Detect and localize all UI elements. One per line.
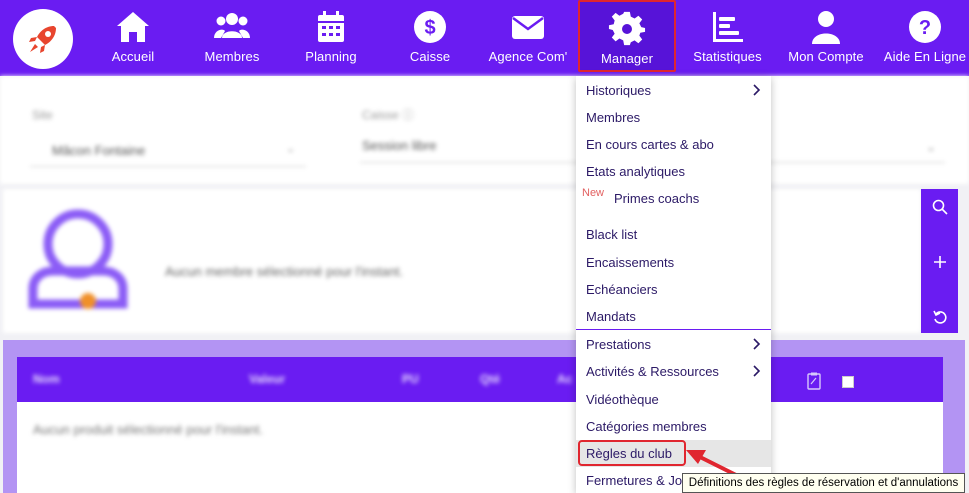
nav-label: Planning bbox=[305, 49, 357, 64]
nav-label: Accueil bbox=[111, 49, 155, 64]
nav-label: Statistiques bbox=[693, 49, 762, 64]
chevron-right-icon bbox=[753, 338, 761, 350]
column-header: Nom bbox=[33, 372, 60, 386]
nav-manager[interactable]: Manager bbox=[578, 0, 676, 72]
menu-item-videotheque[interactable]: Vidéothèque bbox=[576, 386, 771, 413]
undo-icon bbox=[932, 310, 947, 324]
menu-item-en-cours-cartes-abo[interactable]: En cours cartes & abo bbox=[576, 131, 771, 158]
menu-item-label: Catégories membres bbox=[586, 419, 707, 434]
menu-item-label: Black list bbox=[586, 227, 638, 242]
top-navigation-bar: Accueil Membres Planning $ Caisse Agence bbox=[0, 0, 969, 76]
select-all-checkbox[interactable] bbox=[842, 376, 854, 388]
dollar-icon: $ bbox=[414, 11, 446, 43]
user-icon bbox=[812, 11, 840, 44]
menu-item-label: Vidéothèque bbox=[586, 392, 659, 407]
svg-text:$: $ bbox=[424, 17, 435, 39]
rocket-icon bbox=[29, 26, 56, 53]
avatar-placeholder-icon bbox=[28, 209, 128, 309]
search-icon bbox=[932, 199, 948, 215]
tooltip-text: Définitions des règles de réservation et… bbox=[688, 477, 959, 489]
nav-label: Membres bbox=[204, 49, 260, 64]
chevron-down-icon: ⌄ bbox=[286, 143, 296, 155]
site-select[interactable]: Mâcon Fontaine bbox=[52, 143, 145, 158]
svg-text:?: ? bbox=[919, 17, 931, 39]
menu-item-activites-ressources[interactable]: Activités & Ressources bbox=[576, 358, 771, 385]
member-tools bbox=[921, 189, 958, 333]
calendar-icon bbox=[318, 11, 344, 42]
menu-item-primes-coachs[interactable]: Primes coachs bbox=[576, 185, 771, 212]
nav-statistiques[interactable]: Statistiques bbox=[690, 0, 765, 76]
envelope-icon bbox=[512, 16, 544, 39]
no-member-text: Aucun membre sélectionné pour l'instant. bbox=[165, 264, 404, 279]
app-logo[interactable] bbox=[13, 9, 73, 69]
caisse-select[interactable]: Session libre bbox=[362, 138, 436, 153]
menu-item-membres[interactable]: Membres bbox=[576, 104, 771, 131]
nav-membres[interactable]: Membres bbox=[196, 0, 268, 76]
menu-item-label: Historiques bbox=[586, 83, 652, 98]
tooltip: Définitions des règles de réservation et… bbox=[682, 473, 965, 493]
products-table-header: Nom Valeur PU Qté Ac bbox=[17, 357, 943, 402]
menu-item-black-list[interactable]: Black list bbox=[576, 221, 771, 248]
reset-button[interactable] bbox=[921, 299, 958, 335]
nav-label: Caisse bbox=[409, 49, 451, 64]
nav-planning[interactable]: Planning bbox=[300, 0, 362, 76]
menu-item-label: Mandats bbox=[586, 309, 636, 324]
bar-chart-icon bbox=[712, 12, 743, 42]
filter-bar: Site Mâcon Fontaine ⌄ Caisse ⓘ Session l… bbox=[0, 76, 969, 184]
menu-item-label: Activités & Ressources bbox=[586, 364, 719, 379]
menu-item-label: Membres bbox=[586, 110, 641, 125]
menu-item-historiques[interactable]: Historiques bbox=[576, 77, 771, 104]
site-label: Site bbox=[32, 108, 53, 122]
home-icon bbox=[117, 12, 149, 42]
nav-mon-compte[interactable]: Mon Compte bbox=[786, 0, 866, 76]
users-icon bbox=[214, 13, 250, 38]
nav-label: Aide En Ligne bbox=[883, 49, 967, 64]
menu-item-label: Etats analytiques bbox=[586, 164, 686, 179]
menu-divider bbox=[576, 329, 771, 330]
nav-label: Mon Compte bbox=[788, 49, 864, 64]
caisse-label: Caisse ⓘ bbox=[362, 108, 415, 122]
menu-item-prestations[interactable]: Prestations bbox=[576, 331, 771, 358]
add-button[interactable] bbox=[921, 244, 958, 280]
clipboard-icon bbox=[807, 372, 821, 390]
nav-aide-en-ligne[interactable]: ? Aide En Ligne bbox=[883, 0, 967, 76]
menu-item-label: Echéanciers bbox=[586, 282, 658, 297]
column-header: Qté bbox=[480, 372, 501, 386]
question-icon: ? bbox=[909, 11, 941, 43]
menu-item-label: Encaissements bbox=[586, 255, 675, 270]
column-header: Valeur bbox=[249, 372, 286, 386]
nav-agence-com[interactable]: Agence Com' bbox=[488, 0, 568, 76]
menu-item-etats-analytiques[interactable]: Etats analytiques bbox=[576, 158, 771, 185]
search-button[interactable] bbox=[921, 189, 958, 225]
menu-item-categories-membres[interactable]: Catégories membres bbox=[576, 413, 771, 440]
chevron-down-icon: ⌄ bbox=[926, 140, 937, 154]
plus-icon bbox=[933, 256, 946, 268]
menu-item-label: Prestations bbox=[586, 337, 652, 352]
gear-icon bbox=[608, 11, 646, 46]
nav-label: Manager bbox=[600, 51, 653, 66]
menu-item-echeanciers[interactable]: Echéanciers bbox=[576, 276, 771, 303]
nav-label: Agence Com' bbox=[488, 49, 568, 64]
products-panel: Nom Valeur PU Qté Ac Aucun produit sélec… bbox=[3, 340, 965, 493]
annotation-highlight-box bbox=[578, 440, 686, 466]
manager-dropdown-menu: Historiques Membres En cours cartes & ab… bbox=[576, 76, 771, 493]
chevron-right-icon bbox=[753, 84, 761, 96]
menu-item-label: En cours cartes & abo bbox=[586, 137, 714, 152]
member-panel: Aucun membre sélectionné pour l'instant. bbox=[3, 189, 921, 333]
menu-item-label: Primes coachs bbox=[614, 191, 700, 206]
nav-caisse[interactable]: $ Caisse bbox=[405, 0, 455, 76]
menu-item-encaissements[interactable]: Encaissements bbox=[576, 249, 771, 276]
column-header: Ac bbox=[557, 372, 573, 386]
no-product-text: Aucun produit sélectionné pour l'instant… bbox=[33, 422, 264, 437]
nav-accueil[interactable]: Accueil bbox=[103, 0, 163, 76]
menu-item-mandats[interactable]: Mandats bbox=[576, 303, 771, 330]
menu-item-label: Fermetures & Jo bbox=[586, 473, 683, 488]
chevron-right-icon bbox=[753, 365, 761, 377]
column-header: PU bbox=[402, 372, 419, 386]
